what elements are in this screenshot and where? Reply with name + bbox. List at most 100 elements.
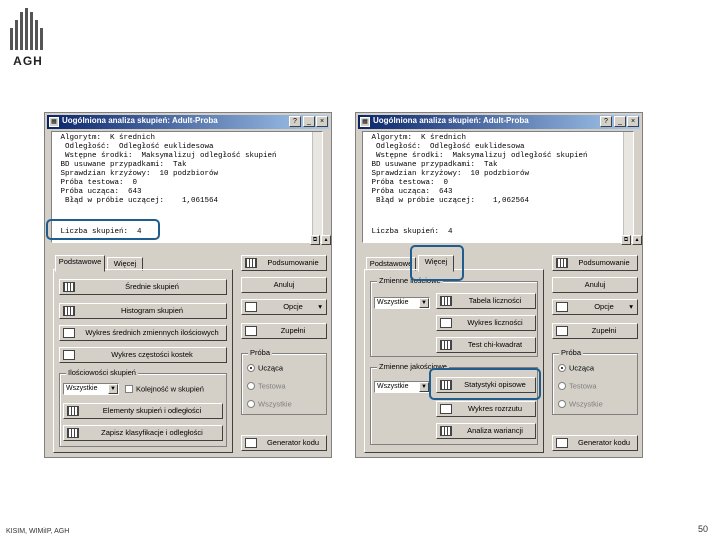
output-line: Próba testowa: 0: [56, 179, 138, 187]
right-dialog: ▦ Uogólniona analiza skupień: Adult-Prob…: [355, 112, 643, 458]
results-output: Algorytm: K średnich Odległość: Odległoś…: [362, 131, 634, 243]
cluster-count-line: Liczba skupień: 4: [367, 228, 453, 236]
radio-test[interactable]: Testowa: [558, 381, 597, 391]
output-line: Wstępne środki: Maksymalizuj odległość s…: [367, 152, 588, 160]
app-icon: ▦: [360, 117, 370, 127]
table-icon: [440, 296, 452, 306]
output-line: BD usuwane przypadkami: Tak: [56, 161, 187, 169]
window-title: Uogólniona analiza skupień: Adult-Proba: [373, 116, 529, 125]
minimize-button[interactable]: _: [614, 116, 626, 127]
radio-test[interactable]: Testowa: [247, 381, 286, 391]
tab-wiecej[interactable]: Więcej: [418, 255, 454, 272]
categorical-select[interactable]: Wszystkie ▼: [374, 381, 430, 393]
pencil-icon: [556, 438, 568, 448]
table-icon: [556, 258, 568, 268]
table-icon: [67, 428, 79, 438]
chart-icon: [440, 404, 452, 414]
output-line: Błąd w próbie uczącej: 1,062564: [367, 197, 530, 205]
summary-button[interactable]: Podsumowanie: [552, 255, 638, 271]
help-button[interactable]: ?: [289, 116, 301, 127]
copy-icon[interactable]: ⧉: [621, 235, 631, 245]
cluster-count-highlight: [46, 219, 160, 240]
output-line: Algorytm: K średnich: [56, 134, 156, 142]
scatter-plot-button[interactable]: Wykres rozrzutu: [436, 401, 536, 417]
frequency-table-button[interactable]: Tabela liczności: [436, 293, 536, 309]
output-line: Sprawdzian krzyżowy: 10 podzbiorów: [367, 170, 530, 178]
logo-bars-icon: [10, 8, 44, 50]
radio-all[interactable]: Wszystkie: [247, 399, 292, 409]
cluster-means-button[interactable]: Średnie skupień: [59, 279, 227, 295]
output-line: Odległość: Odległość euklidesowa: [56, 143, 214, 151]
means-plot-button[interactable]: Wykres średnich zmiennych ilościowych: [59, 325, 227, 341]
page-number: 50: [698, 524, 709, 534]
cancel-button[interactable]: Anuluj: [241, 277, 327, 293]
window-title: Uogólniona analiza skupień: Adult-Proba: [62, 116, 218, 125]
output-line: Próba testowa: 0: [367, 179, 449, 187]
copy-icon[interactable]: ⧉: [310, 235, 320, 245]
options-icon: [245, 302, 257, 312]
table-icon: [63, 306, 75, 316]
options-button[interactable]: Opcje ▾: [552, 299, 638, 315]
pin-icon[interactable]: ▴: [321, 235, 331, 245]
agh-logo: AGH: [8, 8, 48, 70]
pin-icon[interactable]: ▴: [632, 235, 642, 245]
order-checkbox[interactable]: Kolejność w skupień: [125, 384, 204, 394]
chevron-down-icon: ▾: [629, 302, 633, 311]
save-classifications-button[interactable]: Zapisz klasyfikacje i odległości: [63, 425, 223, 441]
output-line: BD usuwane przypadkami: Tak: [367, 161, 498, 169]
chevron-down-icon: ▾: [318, 302, 322, 311]
radio-training[interactable]: Ucząca: [558, 363, 594, 373]
chevron-down-icon[interactable]: ▼: [108, 384, 118, 394]
cancel-button[interactable]: Anuluj: [552, 277, 638, 293]
output-line: Algorytm: K średnich: [367, 134, 467, 142]
output-line: Próba ucząca: 643: [367, 188, 453, 196]
title-bar: ▦ Uogólniona analiza skupień: Adult-Prob…: [358, 115, 640, 129]
title-bar: ▦ Uogólniona analiza skupień: Adult-Prob…: [47, 115, 329, 129]
vertical-scrollbar[interactable]: [623, 132, 633, 242]
left-dialog: ▦ Uogólniona analiza skupień: Adult-Prob…: [44, 112, 332, 458]
chevron-down-icon[interactable]: ▼: [419, 382, 429, 392]
table-icon: [440, 426, 452, 436]
chevron-down-icon[interactable]: ▼: [419, 298, 429, 308]
help-button[interactable]: ?: [600, 116, 612, 127]
code-generator-button[interactable]: Generator kodu: [241, 435, 327, 451]
radio-all[interactable]: Wszystkie: [558, 399, 603, 409]
logo-text: AGH: [13, 54, 43, 68]
output-line: Wstępne środki: Maksymalizuj odległość s…: [56, 152, 277, 160]
close-button[interactable]: ×: [627, 116, 639, 127]
frequency-plot-button[interactable]: Wykres częstości kostek: [59, 347, 227, 363]
table-icon: [67, 406, 79, 416]
chi-square-button[interactable]: Test chi-kwadrat: [436, 337, 536, 353]
table-icon: [245, 258, 257, 268]
table-icon: [440, 340, 452, 350]
minimize-button[interactable]: _: [303, 116, 315, 127]
code-generator-button[interactable]: Generator kodu: [552, 435, 638, 451]
table-icon: [63, 282, 75, 292]
output-line: Próba ucząca: 643: [56, 188, 142, 196]
cases-icon: [556, 326, 568, 336]
summary-button[interactable]: Podsumowanie: [241, 255, 327, 271]
variables-select[interactable]: Wszystkie ▼: [63, 383, 119, 395]
vertical-scrollbar[interactable]: [312, 132, 322, 242]
cases-button[interactable]: Zupełni: [552, 323, 638, 339]
output-line: Odległość: Odległość euklidesowa: [367, 143, 525, 151]
quantitative-select[interactable]: Wszystkie ▼: [374, 297, 430, 309]
anova-button[interactable]: Analiza wariancji: [436, 423, 536, 439]
options-button[interactable]: Opcje ▾: [241, 299, 327, 315]
chart-icon: [63, 350, 75, 360]
members-distances-button[interactable]: Elementy skupień i odległości: [63, 403, 223, 419]
radio-training[interactable]: Ucząca: [247, 363, 283, 373]
options-icon: [556, 302, 568, 312]
cluster-histogram-button[interactable]: Histogram skupień: [59, 303, 227, 319]
descriptive-stats-highlight: [429, 368, 541, 400]
app-icon: ▦: [49, 117, 59, 127]
footer-text: KISIM, WIMiIP, AGH: [6, 528, 70, 535]
cases-button[interactable]: Zupełni: [241, 323, 327, 339]
close-button[interactable]: ×: [316, 116, 328, 127]
output-line: Sprawdzian krzyżowy: 10 podzbiorów: [56, 170, 219, 178]
tab-podstawowe[interactable]: Podstawowe: [55, 255, 105, 272]
output-line: Błąd w próbie uczącej: 1,061564: [56, 197, 219, 205]
pencil-icon: [245, 438, 257, 448]
frequency-plot-button[interactable]: Wykres liczności: [436, 315, 536, 331]
chart-icon: [63, 328, 75, 338]
